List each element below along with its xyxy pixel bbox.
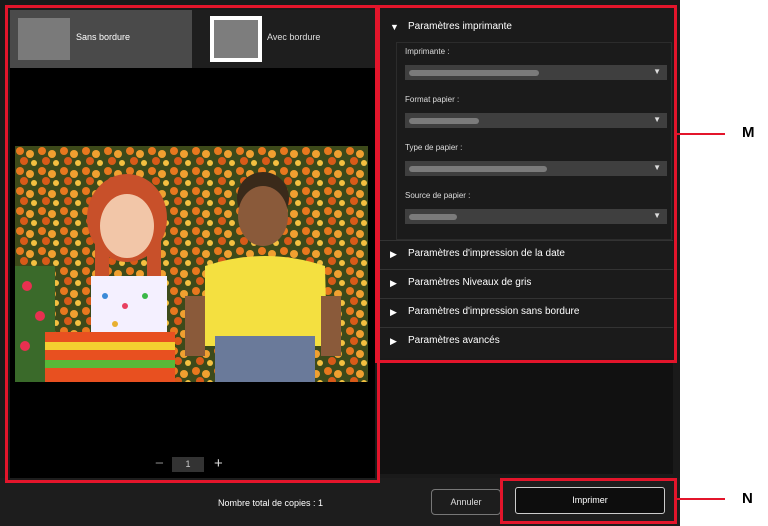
total-copies-text: Nombre total de copies : 1 bbox=[218, 498, 324, 508]
print-button-highlight-box bbox=[500, 478, 677, 524]
empty-panel-space bbox=[378, 361, 673, 474]
preview-highlight-box bbox=[5, 5, 380, 483]
callout-m-label: M bbox=[742, 124, 755, 141]
callout-n-line bbox=[677, 498, 725, 500]
callout-m-line bbox=[677, 133, 725, 135]
cancel-button[interactable]: Annuler bbox=[431, 489, 501, 515]
settings-highlight-box bbox=[375, 5, 677, 363]
callout-n-label: N bbox=[742, 490, 753, 507]
